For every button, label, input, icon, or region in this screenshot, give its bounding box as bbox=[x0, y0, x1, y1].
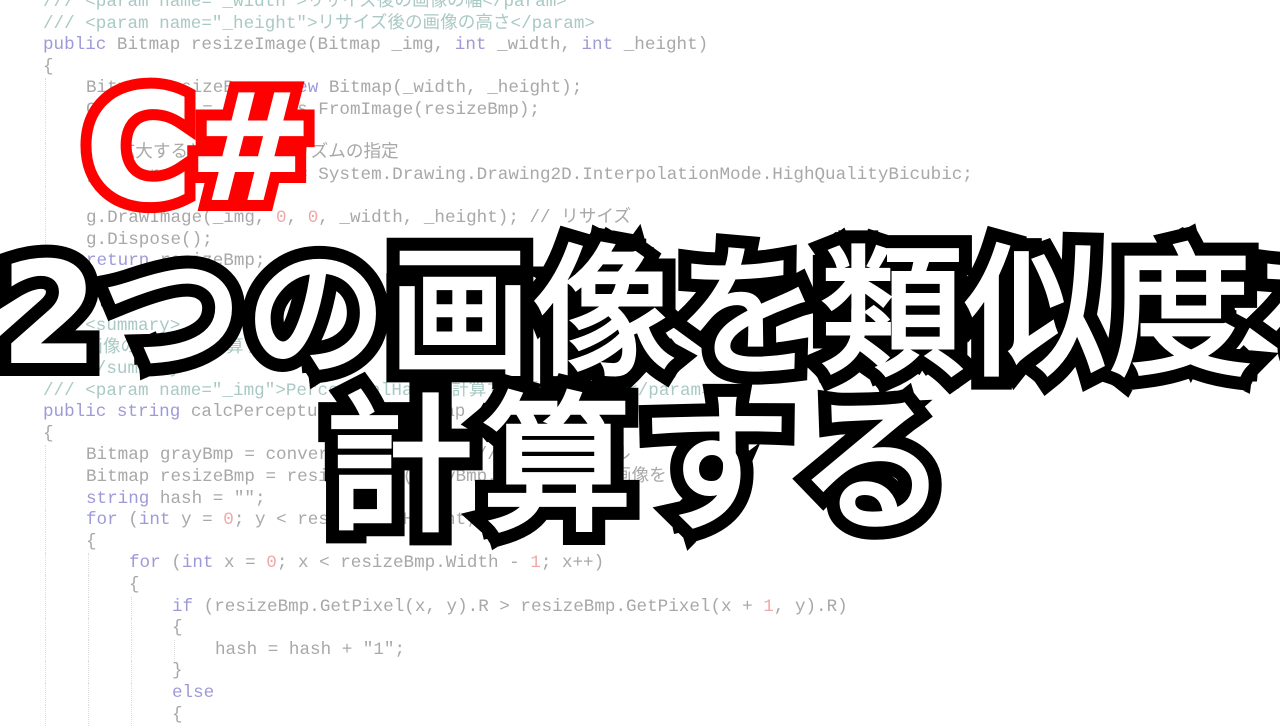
indent-guide bbox=[45, 596, 46, 619]
indent-guide bbox=[45, 143, 46, 165]
indent-guide bbox=[45, 575, 46, 597]
indent-guide bbox=[88, 639, 89, 662]
code-token: if bbox=[172, 596, 194, 617]
csharp-logo-text: C# bbox=[73, 62, 325, 236]
title-line-1: 2つの画像を類似度を bbox=[0, 231, 1280, 399]
indent-guide bbox=[45, 704, 46, 726]
indent-guide bbox=[45, 99, 46, 122]
indent-guide bbox=[88, 683, 89, 705]
indent-guide bbox=[88, 704, 89, 726]
indent-guide bbox=[45, 121, 46, 144]
code-token: { bbox=[172, 704, 183, 725]
indent-guide bbox=[174, 639, 175, 662]
code-token: } bbox=[172, 661, 183, 682]
code-token: { bbox=[129, 575, 140, 596]
code-token: (resizeBmp.GetPixel(x, y).R > resizeBmp.… bbox=[193, 596, 764, 617]
indent-guide bbox=[45, 207, 46, 230]
code-token: int bbox=[181, 553, 214, 574]
code-token: hash = hash + "1"; bbox=[215, 639, 406, 660]
indent-guide bbox=[45, 164, 46, 187]
indent-guide bbox=[45, 683, 46, 705]
code-token: /// <param name="_height">リサイズ後の画像の高さ</p… bbox=[43, 13, 595, 34]
code-token: x = bbox=[213, 553, 267, 574]
indent-guide bbox=[45, 186, 46, 208]
indent-guide bbox=[131, 704, 132, 726]
indent-guide bbox=[131, 683, 132, 705]
indent-guide bbox=[131, 596, 132, 619]
indent-guide bbox=[45, 78, 46, 100]
code-token: Bitmap resizeImage(Bitmap _img, bbox=[106, 35, 455, 56]
code-token: { bbox=[172, 618, 183, 639]
indent-guide bbox=[88, 553, 89, 576]
indent-guide bbox=[45, 639, 46, 662]
code-token: _width, bbox=[486, 35, 582, 56]
code-token: { bbox=[43, 56, 54, 77]
code-token: ; x < resizeBmp.Width - bbox=[276, 553, 531, 574]
indent-guide bbox=[131, 618, 132, 640]
code-token: else bbox=[172, 683, 215, 703]
indent-guide bbox=[88, 596, 89, 619]
code-token: ( bbox=[160, 553, 182, 574]
code-token: _height) bbox=[613, 35, 709, 56]
indent-guide bbox=[131, 661, 132, 683]
title-line-2: 計算する bbox=[311, 379, 961, 555]
code-token: 0 bbox=[266, 553, 277, 574]
indent-guide bbox=[88, 575, 89, 597]
code-token: , _width, _height); // リサイズ bbox=[318, 207, 631, 228]
indent-guide bbox=[45, 618, 46, 640]
csharp-logo: C# bbox=[73, 63, 325, 235]
code-token: , y).R) bbox=[773, 596, 848, 617]
indent-guide bbox=[45, 553, 46, 576]
code-token: 1 bbox=[530, 553, 541, 574]
code-token: int bbox=[581, 35, 614, 56]
code-token: for bbox=[129, 553, 161, 574]
code-token: int bbox=[454, 35, 487, 56]
indent-guide bbox=[88, 661, 89, 683]
indent-guide bbox=[131, 639, 132, 662]
indent-guide bbox=[45, 661, 46, 683]
code-token: ; x++) bbox=[540, 553, 605, 574]
code-token: 1 bbox=[763, 596, 774, 617]
code-token: Bitmap(_width, _height); bbox=[318, 78, 583, 99]
indent-guide bbox=[88, 618, 89, 640]
code-token: public bbox=[43, 35, 107, 56]
code-token: 0 bbox=[307, 207, 319, 228]
code-token: /// <param name="_width">リサイズ後の画像の幅</par… bbox=[43, 0, 567, 12]
